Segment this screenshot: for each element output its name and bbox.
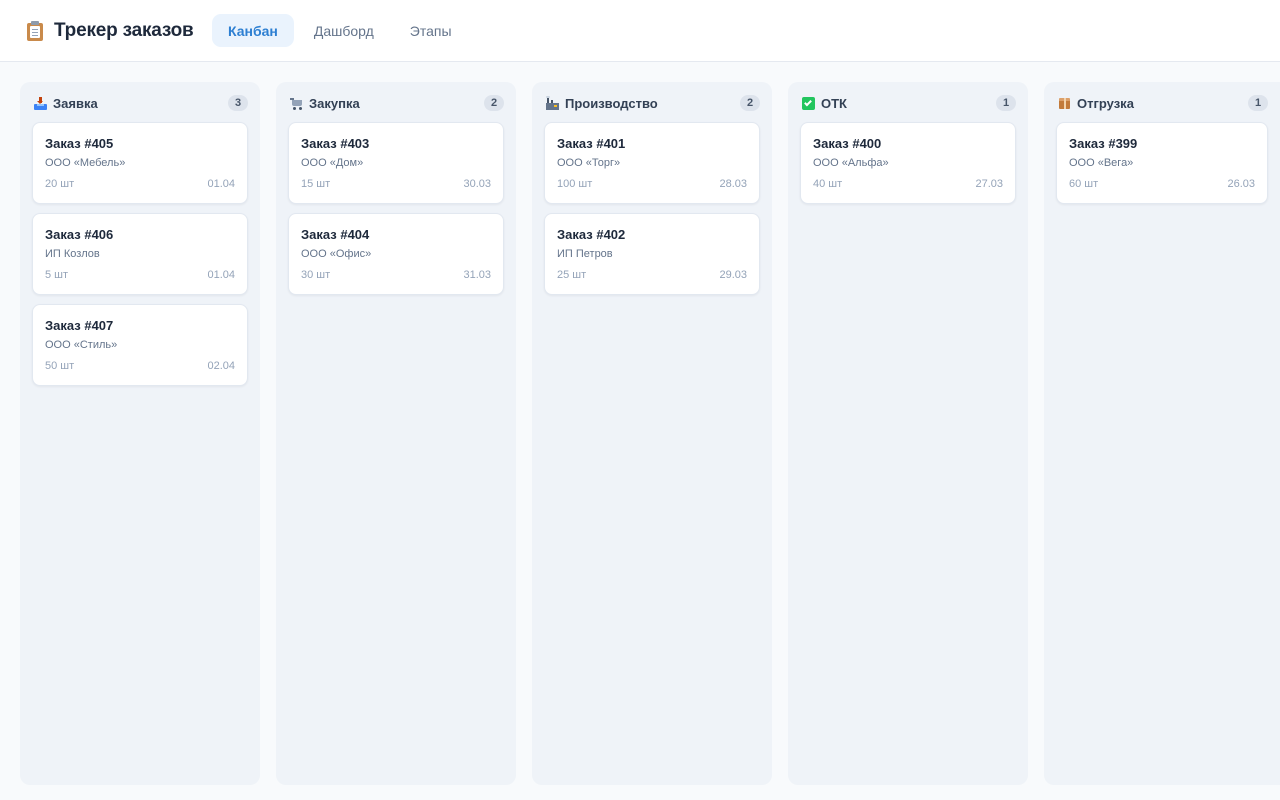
order-title: Заказ #407	[45, 318, 114, 333]
order-card[interactable]: Заказ #402 ИП Петров 25 шт 29.03	[544, 213, 760, 295]
column-header: Закупка 2	[288, 94, 504, 112]
factory-icon	[546, 95, 559, 110]
order-client: ООО «Мебель»	[45, 157, 126, 169]
top-bar: Трекер заказов Канбан Дашборд Этапы	[0, 0, 1280, 62]
order-quantity: 60 шт	[1069, 178, 1099, 190]
order-client: ООО «Вега»	[1069, 157, 1134, 169]
order-card[interactable]: Заказ #405 ООО «Мебель» 20 шт 01.04	[32, 122, 248, 204]
tab-dashboard[interactable]: Дашборд	[298, 14, 390, 47]
column-title: Закупка	[309, 95, 360, 111]
order-card[interactable]: Заказ #400 ООО «Альфа» 40 шт 27.03	[800, 122, 1016, 204]
app-title: Трекер заказов	[54, 19, 194, 41]
order-quantity: 20 шт	[45, 178, 75, 190]
column-title: Отгрузка	[1077, 95, 1134, 111]
column-request: Заявка 3 Заказ #405 ООО «Мебель» 20 шт 0…	[20, 82, 260, 785]
order-title: Заказ #401	[557, 136, 626, 151]
order-quantity: 100 шт	[557, 178, 593, 190]
tab-kanban[interactable]: Канбан	[212, 14, 294, 47]
order-title: Заказ #399	[1069, 136, 1138, 151]
order-title: Заказ #402	[557, 227, 626, 242]
order-title: Заказ #406	[45, 227, 114, 242]
column-header: Отгрузка 1	[1056, 94, 1268, 112]
order-date: 01.04	[207, 178, 235, 190]
order-card[interactable]: Заказ #403 ООО «Дом» 15 шт 30.03	[288, 122, 504, 204]
order-quantity: 25 шт	[557, 269, 587, 281]
shopping-cart-icon	[290, 97, 303, 110]
order-date: 29.03	[719, 269, 747, 281]
order-client: ООО «Торг»	[557, 157, 621, 169]
column-shipment: Отгрузка 1 Заказ #399 ООО «Вега» 60 шт 2…	[1044, 82, 1280, 785]
order-date: 27.03	[975, 178, 1003, 190]
column-title: Производство	[565, 95, 658, 111]
view-tabs: Канбан Дашборд Этапы	[212, 14, 472, 47]
order-client: ИП Козлов	[45, 248, 100, 260]
column-count-badge: 2	[484, 95, 504, 111]
column-production: Производство 2 Заказ #401 ООО «Торг» 100…	[532, 82, 772, 785]
order-client: ООО «Офис»	[301, 248, 372, 260]
column-count-badge: 2	[740, 95, 760, 111]
order-title: Заказ #403	[301, 136, 370, 151]
order-date: 26.03	[1227, 178, 1255, 190]
column-title: ОТК	[821, 95, 847, 111]
order-quantity: 30 шт	[301, 269, 331, 281]
kanban-board: Заявка 3 Заказ #405 ООО «Мебель» 20 шт 0…	[20, 82, 1280, 785]
order-quantity: 50 шт	[45, 360, 75, 372]
order-card[interactable]: Заказ #401 ООО «Торг» 100 шт 28.03	[544, 122, 760, 204]
order-quantity: 5 шт	[45, 269, 69, 281]
order-quantity: 15 шт	[301, 178, 331, 190]
column-count-badge: 1	[1248, 95, 1268, 111]
order-client: ООО «Дом»	[301, 157, 364, 169]
order-date: 31.03	[463, 269, 491, 281]
order-client: ИП Петров	[557, 248, 613, 260]
package-icon	[1058, 97, 1071, 110]
order-card[interactable]: Заказ #404 ООО «Офис» 30 шт 31.03	[288, 213, 504, 295]
order-quantity: 40 шт	[813, 178, 843, 190]
order-client: ООО «Альфа»	[813, 157, 889, 169]
column-quality-control: ОТК 1 Заказ #400 ООО «Альфа» 40 шт 27.03	[788, 82, 1028, 785]
check-mark-icon	[802, 96, 815, 110]
app-brand: Трекер заказов	[26, 20, 212, 42]
inbox-tray-icon	[34, 96, 47, 110]
column-header: Заявка 3	[32, 94, 248, 112]
column-count-badge: 3	[228, 95, 248, 111]
column-header: ОТК 1	[800, 94, 1016, 112]
order-date: 02.04	[207, 360, 235, 372]
column-count-badge: 1	[996, 95, 1016, 111]
tab-stages[interactable]: Этапы	[394, 14, 468, 47]
order-card[interactable]: Заказ #407 ООО «Стиль» 50 шт 02.04	[32, 304, 248, 386]
order-date: 28.03	[719, 178, 747, 190]
clipboard-icon	[26, 20, 44, 41]
order-client: ООО «Стиль»	[45, 339, 118, 351]
order-date: 01.04	[207, 269, 235, 281]
order-title: Заказ #405	[45, 136, 114, 151]
column-header: Производство 2	[544, 94, 760, 112]
column-purchase: Закупка 2 Заказ #403 ООО «Дом» 15 шт 30.…	[276, 82, 516, 785]
order-card[interactable]: Заказ #399 ООО «Вега» 60 шт 26.03	[1056, 122, 1268, 204]
order-card[interactable]: Заказ #406 ИП Козлов 5 шт 01.04	[32, 213, 248, 295]
order-title: Заказ #404	[301, 227, 370, 242]
column-title: Заявка	[53, 95, 98, 111]
order-title: Заказ #400	[813, 136, 882, 151]
order-date: 30.03	[463, 178, 491, 190]
